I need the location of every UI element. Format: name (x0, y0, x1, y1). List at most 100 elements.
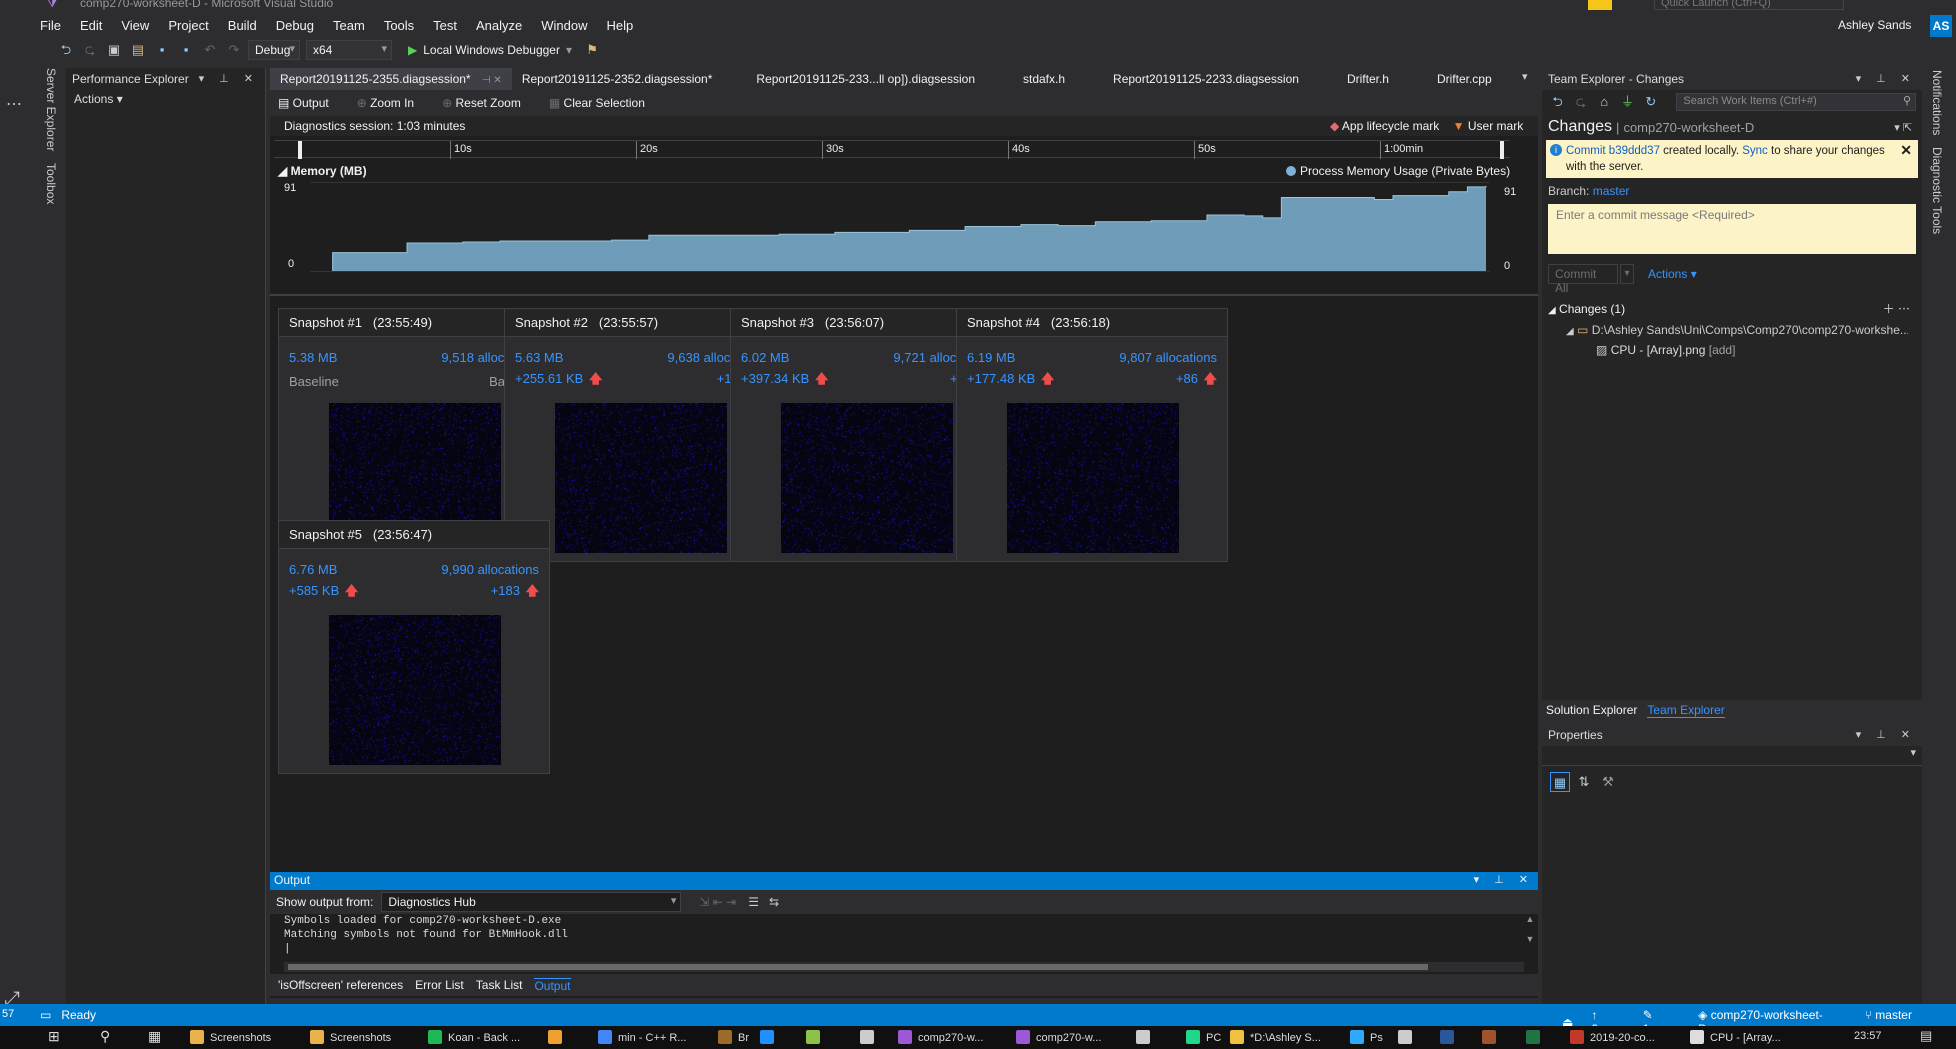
configuration-select[interactable]: Debug (248, 40, 300, 60)
output-button[interactable]: ▤ Output (278, 96, 343, 110)
menu-edit[interactable]: Edit (80, 18, 102, 33)
add-icon[interactable]: ＋ ⋯ (1883, 300, 1910, 317)
snapshot-thumbnail[interactable] (781, 403, 953, 553)
panel-controls[interactable]: ▾ ⊥ ✕ (199, 72, 259, 86)
quick-launch-input[interactable]: Quick Launch (Ctrl+Q) (1654, 0, 1844, 10)
refresh-icon[interactable]: ↻ (1641, 92, 1660, 112)
memory-chart[interactable] (310, 182, 1490, 272)
save-icon[interactable]: ▪ (152, 40, 172, 60)
taskbar-item[interactable] (1136, 1030, 1156, 1044)
doc-tab[interactable]: Report20191125-2233.diagsession (1103, 68, 1309, 90)
home-icon[interactable]: ⌂ (1595, 92, 1614, 112)
tab-solution-explorer[interactable]: Solution Explorer (1546, 703, 1637, 717)
taskbar-item[interactable]: Br (718, 1030, 749, 1044)
alloc-diff[interactable]: +86 🡅 (1176, 370, 1217, 392)
snapshot-card[interactable]: Snapshot #5 (23:56:47) 6.76 MB 9,990 alloc… (278, 520, 550, 774)
menu-help[interactable]: Help (607, 18, 634, 33)
snapshot-thumbnail[interactable] (329, 615, 501, 765)
forward-icon[interactable]: ⮎ (80, 40, 100, 60)
actions-menu[interactable]: Actions ▾ (1648, 267, 1697, 281)
horizontal-scrollbar[interactable] (284, 962, 1524, 972)
back-icon[interactable]: ⮌ (1548, 92, 1567, 112)
open-folder-icon[interactable]: ▤ (128, 40, 148, 60)
memory-header[interactable]: ◢ Memory (MB) (278, 164, 367, 178)
close-icon[interactable]: ✕ (1900, 142, 1912, 158)
allocations-link[interactable]: 9,990 allocations (441, 562, 539, 577)
range-end-handle[interactable] (1500, 141, 1504, 159)
doc-tab[interactable]: stdafx.h (1013, 68, 1075, 90)
menu-analyze[interactable]: Analyze (476, 18, 522, 33)
taskbar-item[interactable]: comp270-w... (1016, 1030, 1101, 1044)
undo-icon[interactable]: ↶ (200, 40, 220, 60)
menu-window[interactable]: Window (541, 18, 587, 33)
word-wrap-icon[interactable]: ⇆ (769, 895, 779, 909)
doc-tab[interactable]: Report20191125-2355.diagsession* ⊣ ✕ (270, 68, 512, 90)
commit-message-input[interactable]: Enter a commit message <Required> (1548, 204, 1916, 254)
menu-tools[interactable]: Tools (384, 18, 414, 33)
menu-file[interactable]: File (40, 18, 61, 33)
file-node[interactable]: ▨ CPU - [Array].png [add] (1548, 343, 1916, 357)
taskbar-item[interactable]: *D:\Ashley S... (1230, 1030, 1321, 1044)
tab-overflow-icon[interactable]: ▾ (1522, 70, 1528, 83)
snapshot-thumbnail[interactable] (555, 403, 727, 553)
tab-server-explorer[interactable]: Server Explorer (44, 68, 58, 151)
notification-center-icon[interactable]: ▤ (1920, 1028, 1932, 1044)
taskbar-item[interactable] (860, 1030, 880, 1044)
doc-tab[interactable]: Report20191125-2352.diagsession* (512, 68, 723, 90)
vertical-scrollbar[interactable]: ▲ ▼ (1524, 914, 1536, 960)
menu-team[interactable]: Team (333, 18, 365, 33)
heap-size-link[interactable]: 6.76 MB (289, 562, 337, 577)
tab-references[interactable]: 'isOffscreen' references (278, 978, 403, 992)
commit-options-button[interactable]: ▾ (1620, 264, 1634, 284)
scroll-thumb[interactable] (288, 964, 1428, 970)
more-icon[interactable]: ⋯ (6, 94, 22, 114)
feedback-icon[interactable] (1588, 0, 1612, 10)
folder-node[interactable]: ◢ ▭ D:\Ashley Sands\Uni\Comps\Comp270\co… (1548, 323, 1908, 337)
taskbar-item[interactable]: Screenshots (310, 1030, 391, 1044)
tab-toolbox[interactable]: Toolbox (44, 163, 58, 204)
alloc-diff[interactable]: +183 🡅 (491, 582, 539, 604)
taskbar-item[interactable] (1482, 1030, 1502, 1044)
heap-size-link[interactable]: 5.38 MB (289, 350, 337, 365)
save-all-icon[interactable]: ▪ (176, 40, 196, 60)
new-project-icon[interactable]: ▣ (104, 40, 124, 60)
heap-diff[interactable]: +397.34 KB 🡅 (741, 370, 828, 392)
output-text[interactable]: Symbols loaded for comp270-worksheet-D.e… (284, 914, 568, 956)
commit-link[interactable]: Commit b39ddd37 (1566, 145, 1660, 157)
taskbar-system-icon[interactable]: ▦ (148, 1028, 161, 1045)
tab-task-list[interactable]: Task List (476, 978, 523, 992)
reset-zoom-button[interactable]: ⊕ Reset Zoom (442, 96, 535, 110)
platform-select[interactable]: x64 (306, 40, 392, 60)
collapse-icon[interactable]: ◢ (1566, 326, 1574, 337)
doc-tab[interactable]: Drifter.h (1337, 68, 1399, 90)
taskbar-item[interactable]: 2019-20-co... (1570, 1030, 1655, 1044)
plug-icon[interactable]: ⏚ (1618, 92, 1637, 112)
snapshot-card[interactable]: Snapshot #4 (23:56:18) 6.19 MB 9,807 alloc… (956, 308, 1228, 562)
taskbar-item[interactable]: PC (1186, 1030, 1221, 1044)
attach-icon[interactable]: ⚑ (582, 40, 602, 60)
doc-tab[interactable]: Report20191125-233...ll op]).diagsession (746, 68, 985, 90)
chevron-down-icon[interactable]: ▾ (566, 43, 572, 57)
range-start-handle[interactable] (298, 141, 302, 159)
clear-all-icon[interactable]: ☰ (748, 895, 759, 909)
tab-diagnostic-tools[interactable]: Diagnostic Tools (1930, 147, 1944, 234)
heap-size-link[interactable]: 6.02 MB (741, 350, 789, 365)
search-icon[interactable]: ⚲ (1903, 94, 1911, 107)
taskbar-item[interactable] (1440, 1030, 1460, 1044)
start-debugger-button[interactable]: ▶ Local Windows Debugger ▾ (408, 43, 572, 57)
chevron-down-icon[interactable]: ▾ ⇱ (1894, 121, 1912, 134)
heap-diff[interactable]: +255.61 KB 🡅 (515, 370, 602, 392)
doc-tab[interactable]: Drifter.cpp (1427, 68, 1502, 90)
wrench-icon[interactable]: ⚒ (1598, 772, 1618, 792)
menu-build[interactable]: Build (228, 18, 257, 33)
taskbar-item[interactable] (806, 1030, 826, 1044)
taskbar-item[interactable] (1526, 1030, 1546, 1044)
heap-diff[interactable]: +177.48 KB 🡅 (967, 370, 1054, 392)
menu-test[interactable]: Test (433, 18, 457, 33)
branch-link[interactable]: master (1593, 184, 1630, 198)
actions-menu[interactable]: Actions ▾ (66, 90, 265, 108)
heap-size-link[interactable]: 5.63 MB (515, 350, 563, 365)
sync-link[interactable]: Sync (1742, 145, 1768, 157)
redo-icon[interactable]: ↷ (224, 40, 244, 60)
menu-project[interactable]: Project (168, 18, 208, 33)
